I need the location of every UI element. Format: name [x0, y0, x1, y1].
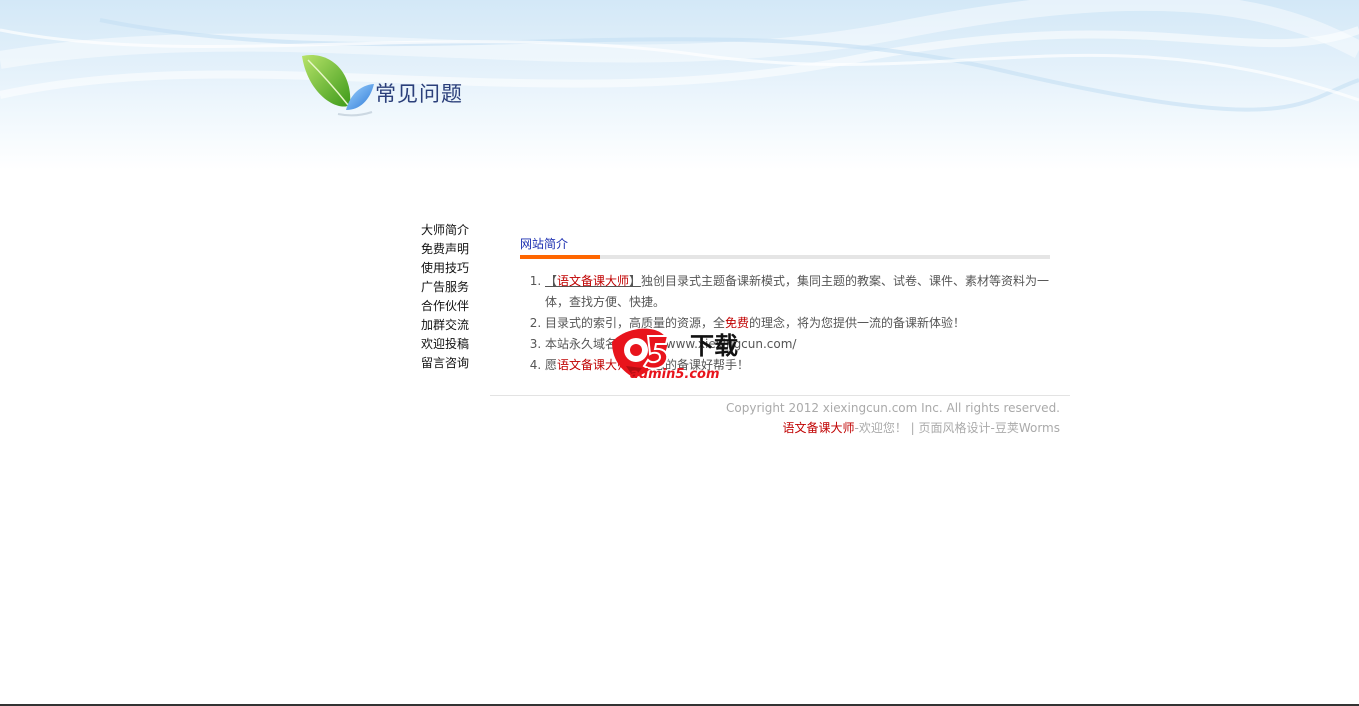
sidebar-item-message[interactable]: 留言咨询 — [421, 354, 481, 373]
leaf-logo-icon — [302, 54, 374, 117]
sidebar-item-ads[interactable]: 广告服务 — [421, 278, 481, 297]
footer-credits: 语文备课大师-欢迎您！ | 页面风格设计-豆荚Worms — [690, 418, 1060, 438]
brand-link-text: 语文备课大师 — [557, 274, 630, 288]
swirl-decoration — [0, 0, 1359, 112]
footer-divider — [490, 395, 1070, 396]
watermark-logo: 下载 admin5.com — [612, 328, 738, 382]
tab-active-indicator — [520, 255, 600, 259]
intro-list: 【语文备课大师】独创目录式主题备课新模式，集同主题的教案、试卷、课件、素材等资料… — [520, 271, 1050, 376]
sidebar-item-tips[interactable]: 使用技巧 — [421, 259, 481, 278]
page-title: 常见问题 — [375, 82, 463, 106]
sidebar-item-intro[interactable]: 大师简介 — [421, 221, 481, 240]
copyright-text: Copyright 2012 xiexingcun.com Inc. All r… — [726, 401, 1060, 415]
watermark-domain: admin5.com — [630, 367, 720, 382]
footer: Copyright 2012 xiexingcun.com Inc. All r… — [690, 398, 1060, 438]
brand-link[interactable]: 【语文备课大师】 — [545, 274, 641, 288]
bracket-close: 】 — [629, 274, 642, 288]
bracket-open: 【 — [545, 274, 558, 288]
list-item: 【语文备课大师】独创目录式主题备课新模式，集同主题的教案、试卷、课件、素材等资料… — [545, 271, 1050, 313]
content-panel: 网站简介 【语文备课大师】独创目录式主题备课新模式，集同主题的教案、试卷、课件、… — [520, 235, 1050, 376]
sidebar-item-join-group[interactable]: 加群交流 — [421, 316, 481, 335]
sidebar-nav: 大师简介 免费声明 使用技巧 广告服务 合作伙伴 加群交流 欢迎投稿 留言咨询 — [421, 221, 481, 373]
watermark-brand-text: 下载 — [690, 332, 738, 360]
item-text-before: 愿 — [545, 358, 558, 372]
logo: 常见问题 — [298, 50, 478, 120]
header-background — [0, 0, 1359, 170]
sidebar-item-partners[interactable]: 合作伙伴 — [421, 297, 481, 316]
footer-welcome-text: -欢迎您！ | 页面风格设计-豆荚Worms — [854, 421, 1060, 435]
sidebar-item-disclaimer[interactable]: 免费声明 — [421, 240, 481, 259]
tab-site-intro[interactable]: 网站简介 — [520, 235, 1050, 255]
sidebar-item-submit[interactable]: 欢迎投稿 — [421, 335, 481, 354]
item-text-after: 的理念，将为您提供一流的备课新体验！ — [749, 316, 966, 330]
footer-brand-link[interactable]: 语文备课大师 — [782, 421, 854, 435]
tab-underline — [520, 255, 1050, 259]
